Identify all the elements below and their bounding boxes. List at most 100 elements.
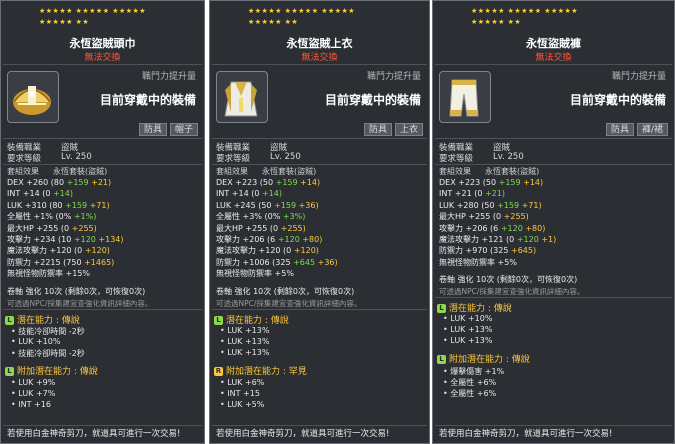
stat-line: LUK +310 (80 +159 +71) [7,201,200,211]
potential-option-text: 技能冷卻時間 -2秒 [18,326,85,336]
stat-line: INT +14 (0 +14) [216,189,425,199]
potential-icon: L [437,304,446,314]
equipped-notice: 目前穿戴中的裝備 [569,93,666,107]
stat-base: 攻擊力 +206 (6 [439,223,501,233]
divider [435,425,672,426]
potential-option: • LUK +13% [443,336,493,346]
item-category-tags: 防具 褲/裙 [605,123,668,136]
additional-potential-option-text: 全屬性 +6% [450,378,497,388]
stat-bonus: +120 [500,223,526,233]
stat-extra: +71) [89,200,110,210]
additional-potential-option: • LUK +7% [11,388,56,398]
potential-icon: L [214,315,223,325]
stat-extra: +36) [317,257,338,267]
upgrade-info: 卷軸 強化 10次 (剩餘0次，可恢復0次) [7,286,146,296]
stat-base: DEX +223 (50 [216,178,276,187]
potential-option: • LUK +10% [443,314,493,324]
star-force-row: ★★★★★ ★★ [39,18,90,26]
trade-status: 無法交換 [301,53,338,63]
item-tooltip-panel: ★★★★★ ★★★★★ ★★★★★ ★★★★★ ★★ 永恆盜賊褲 無法交換 職鬥力提升量… [432,0,675,444]
stat-extra: +21) [91,178,112,187]
additional-potential-icon: L [5,366,14,376]
item-icon [439,71,491,123]
item-category-tags: 防具 上衣 [363,123,423,136]
stat-line: LUK +245 (50 +159 +36) [216,201,425,211]
stat-line: 全屬性 +3% (0% +3%) [216,212,425,222]
stat-bonus: +159 [274,200,299,210]
divider [3,425,202,426]
power-increase-label: 職鬥力提升量 [611,72,666,82]
divider [212,308,427,310]
upgrade-note: 可透過NPC/採集建宜查強化資訊詳細內容。 [216,298,362,308]
potential-option: • LUK +13% [220,336,270,346]
stat-extra: +134) [98,235,124,244]
additional-potential-option-text: INT +15 [227,388,260,398]
stat-line: 魔法攻擊力 +121 (0 +120 +1) [439,235,670,245]
stat-line: 攻擊力 +234 (10 +120 +134) [7,235,200,245]
potential-option: • LUK +13% [220,325,270,335]
stat-extra: +80) [302,235,323,244]
divider [3,138,202,139]
stat-extra: +14) [523,178,544,187]
additional-potential-header: R 附加潛在能力 : 罕見 [214,364,307,377]
additional-potential-icon: L [437,355,446,365]
additional-potential-option-text: LUK +7% [18,388,56,398]
potential-option-text: LUK +10% [450,314,493,324]
stat-bonus: +120 [516,235,542,244]
category-tag: 褲/裙 [636,123,668,136]
item-name: 永恆盜賊上衣 [286,37,353,50]
item-category-tags: 防具 帽子 [138,123,198,136]
stat-line: INT +14 (0 +14) [7,189,200,199]
equipped-notice: 目前穿戴中的裝備 [99,93,196,107]
stat-bonus: +159 [275,178,301,187]
divider [212,164,427,165]
additional-potential-option: • 全屬性 +6% [443,378,497,388]
category-tag: 上衣 [394,123,423,136]
stat-base: 最大HP +255 (0 [439,212,504,222]
potential-option: • LUK +13% [220,347,270,357]
set-label: 套組效果 [216,167,248,176]
category-tag: 防具 [605,123,634,136]
stat-bonus: +14) [261,189,282,199]
stat-line: INT +21 (0 +21) [439,189,670,199]
divider [212,425,427,426]
divider [435,164,672,165]
potential-header: L 潛在能力 : 傳說 [5,313,80,326]
stat-base: INT +21 (0 [439,189,485,199]
additional-potential-label: 附加潛在能力 : 罕見 [226,366,307,377]
additional-potential-option-text: LUK +9% [18,377,56,387]
equipped-notice: 目前穿戴中的裝備 [324,93,421,107]
stat-base: 最大HP +255 (0 [7,223,72,233]
stat-base: 防禦力 +1006 (325 [216,257,294,267]
potential-option-text: 技能冷卻時間 -2秒 [18,348,85,358]
tooltip-comparison: ★★★★★ ★★★★★ ★★★★★ ★★★★★ ★★ 永恆盜賊頭巾無法交換職鬥力提升… [0,0,675,444]
stat-base: INT +14 (0 [216,189,262,199]
potential-option-text: LUK +10% [18,336,61,346]
set-effect: 套組效果 永恆套裝(盜賊) [7,167,200,177]
level-value: Lv. 250 [270,152,301,162]
stat-base: 魔法攻擊力 +120 (0 [7,246,85,256]
potential-option: • LUK +10% [11,336,61,346]
trade-status: 無法交換 [535,53,572,63]
stat-base: 攻擊力 +206 (6 [216,235,278,244]
divider [212,64,427,65]
stat-base: LUK +245 (50 [216,200,275,210]
divider [435,138,672,139]
star-force-row: ★★★★★ ★★★★★ ★★★★★ [248,7,356,15]
stat-base: 全屬性 +3% (0% [216,212,283,222]
level-requirement: 要求等級 Lv. 250 [216,152,423,164]
stat-line: 最大HP +255 (0 +255) [7,224,200,234]
stat-bonus: +159 [498,178,524,187]
divider [435,297,672,299]
item-name: 永恆盜賊頭巾 [69,37,136,50]
category-tag: 防具 [138,123,167,136]
star-force-row: ★★★★★ ★★★★★ ★★★★★ [471,7,579,15]
stat-line: DEX +223 (50 +159 +14) [216,178,425,188]
star-force-row: ★★★★★ ★★ [471,18,522,26]
additional-potential-option-text: INT +16 [18,399,51,409]
item-tooltip-panel: ★★★★★ ★★★★★ ★★★★★ ★★★★★ ★★ 永恆盜賊頭巾 無法交換 職鬥力提升… [0,0,205,444]
stat-extra: +71) [521,200,542,210]
stat-bonus: +1%) [73,212,97,222]
stat-base: 魔法攻擊力 +121 (0 [439,235,517,244]
stat-extra: +255) [280,223,306,233]
